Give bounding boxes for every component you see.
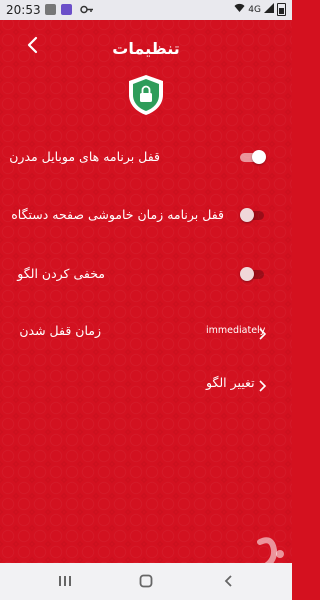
- home-button[interactable]: [139, 573, 153, 592]
- toggle-hide-pattern[interactable]: [240, 267, 266, 281]
- chevron-right-icon: [258, 325, 267, 340]
- image-notification-icon: [45, 4, 56, 15]
- status-time: 20:53: [6, 3, 41, 17]
- setting-label: زمان قفل شدن: [19, 323, 101, 338]
- status-bar: 20:53 4G: [0, 0, 292, 20]
- lock-time-value[interactable]: immediately: [206, 325, 265, 336]
- setting-row-screen-off-lock[interactable]: قفل برنامه زمان خاموشی صفحه دستگاه: [0, 200, 292, 230]
- toggle-modern-apps-lock[interactable]: [240, 150, 266, 164]
- change-pattern-link[interactable]: تغییر الگو: [206, 375, 255, 390]
- shield-lock-icon: [126, 73, 166, 117]
- status-right: 4G: [234, 3, 286, 16]
- setting-label: قفل برنامه های موبایل مدرن: [9, 149, 160, 164]
- network-type: 4G: [248, 4, 261, 15]
- setting-label: قفل برنامه زمان خاموشی صفحه دستگاه: [11, 207, 224, 222]
- recents-icon: [59, 576, 71, 586]
- battery-icon: [277, 3, 286, 16]
- setting-row-change-pattern[interactable]: تغییر الگو: [0, 369, 292, 399]
- wifi-icon: [234, 3, 245, 16]
- setting-row-lock-time[interactable]: زمان قفل شدن immediately: [0, 316, 292, 346]
- navigation-bar: [0, 563, 292, 600]
- signal-icon: [264, 3, 274, 16]
- toggle-knob: [252, 150, 266, 164]
- toggle-screen-off-lock[interactable]: [240, 208, 266, 222]
- setting-row-hide-pattern[interactable]: مخفی کردن الگو: [0, 259, 292, 289]
- toggle-knob: [240, 267, 254, 281]
- recents-button[interactable]: [58, 573, 72, 592]
- system-back-button[interactable]: [222, 573, 236, 592]
- page-title: تنظیمات: [112, 39, 180, 58]
- home-icon: [139, 574, 153, 588]
- chevron-right-icon: [258, 377, 267, 392]
- app-notification-icon: [61, 4, 72, 15]
- toggle-knob: [240, 208, 254, 222]
- key-icon: [80, 4, 94, 15]
- back-icon: [224, 575, 232, 587]
- setting-label: مخفی کردن الگو: [17, 266, 105, 281]
- setting-row-modern-apps-lock[interactable]: قفل برنامه های موبایل مدرن: [0, 142, 292, 172]
